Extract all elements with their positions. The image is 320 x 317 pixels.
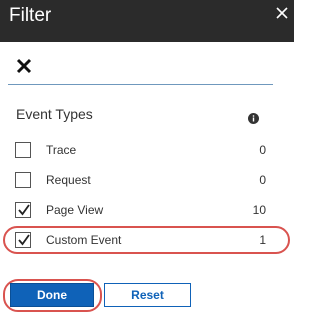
checkbox[interactable] [15,232,31,248]
event-type-row-page-view[interactable]: Page View 10 [0,199,294,223]
event-type-count: 10 [252,203,266,217]
event-type-label: Trace [46,143,77,157]
x-icon[interactable] [15,57,33,75]
event-type-label: Page View [46,203,104,217]
section-title: Event Types [16,106,93,122]
event-type-row-request[interactable]: Request 0 [0,169,294,193]
event-type-label: Request [46,173,91,187]
info-icon[interactable] [248,111,259,124]
event-type-label: Custom Event [46,233,122,247]
filter-header: Filter [0,0,294,42]
event-type-row-trace[interactable]: Trace 0 [0,139,294,163]
checkmark-icon [18,204,30,216]
event-type-count: 0 [259,143,266,157]
checkbox[interactable] [15,142,31,158]
checkbox[interactable] [15,202,31,218]
checkmark-icon [18,234,30,246]
filter-input-row[interactable] [8,54,273,85]
done-button[interactable]: Done [10,283,94,307]
event-type-count: 1 [259,233,266,247]
close-icon[interactable] [272,3,292,23]
checkbox[interactable] [15,172,31,188]
event-type-count: 0 [259,173,266,187]
event-type-row-custom-event[interactable]: Custom Event 1 [0,229,294,253]
panel-title: Filter [9,5,52,26]
reset-button[interactable]: Reset [104,283,191,307]
